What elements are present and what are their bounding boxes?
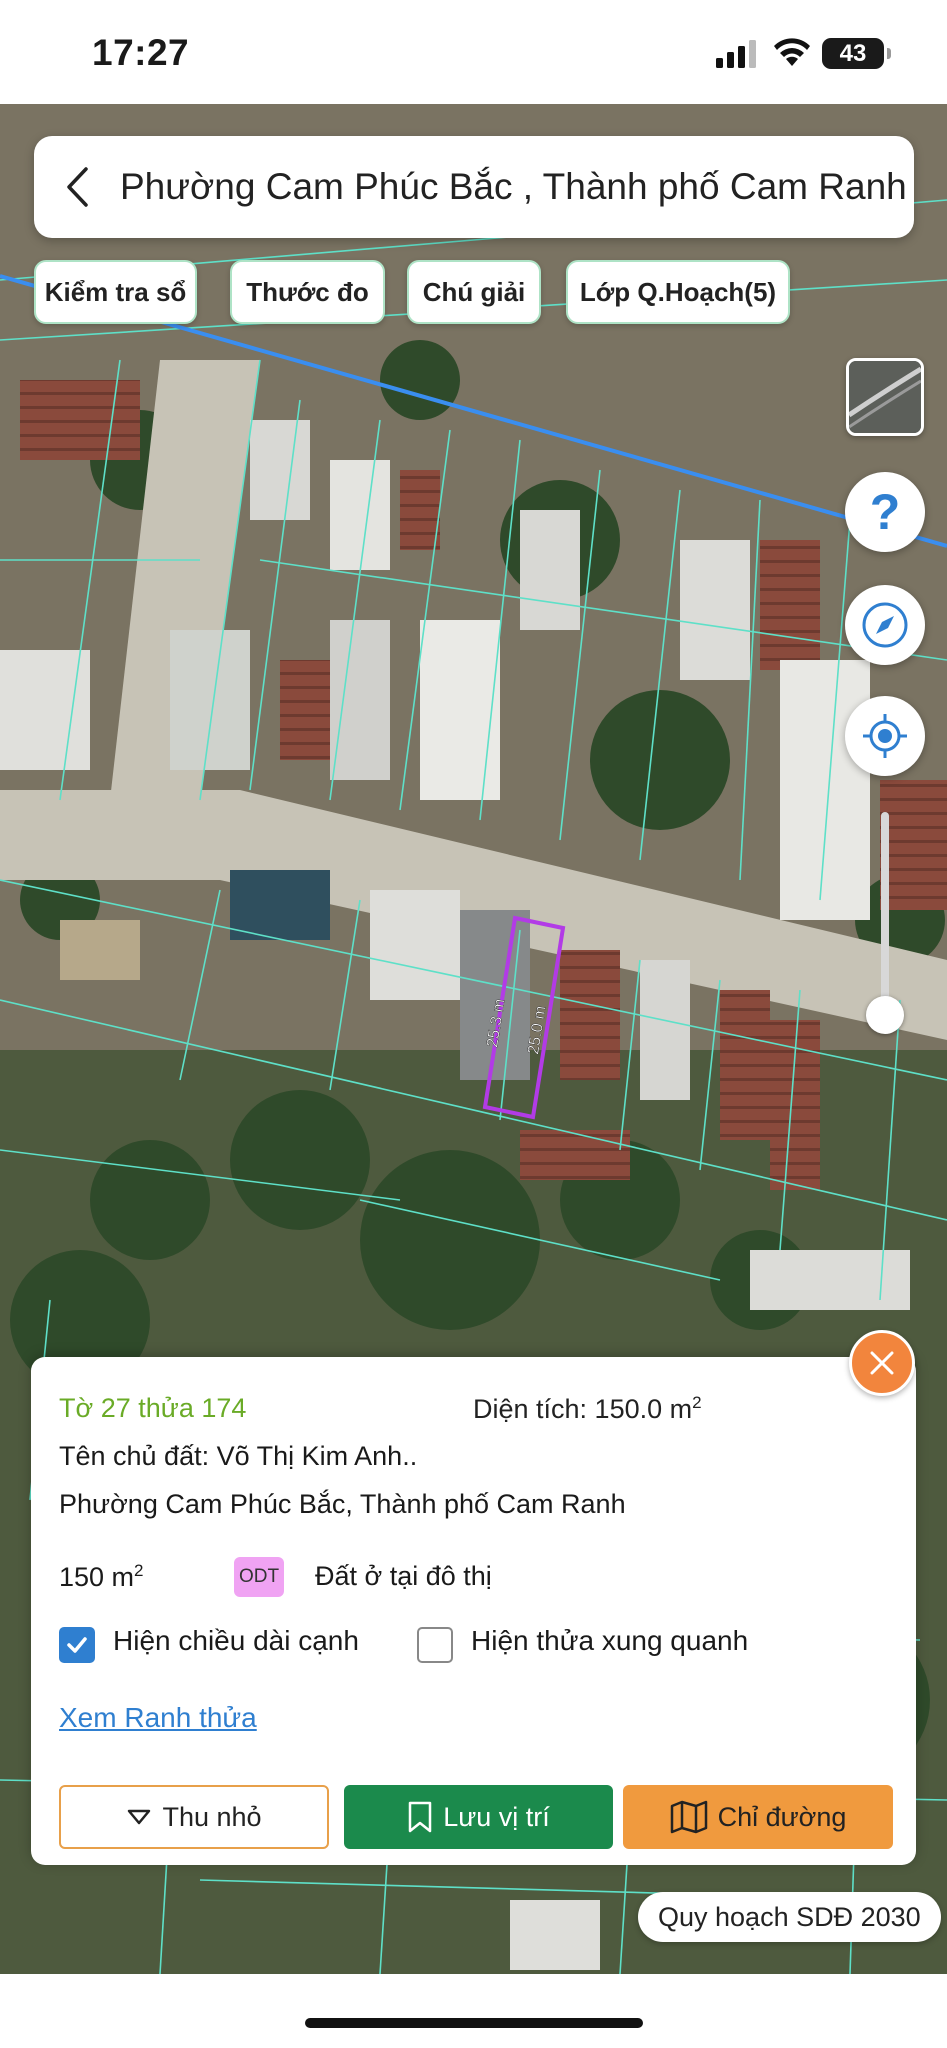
home-indicator[interactable] <box>305 2018 643 2028</box>
satellite-layer-icon <box>849 361 921 433</box>
zoom-slider-handle[interactable] <box>866 996 904 1034</box>
back-icon[interactable] <box>34 136 120 238</box>
show-edge-lengths-label[interactable]: Hiện chiều dài cạnh <box>113 1625 359 1657</box>
map-icon <box>670 1800 707 1834</box>
chevron-down-icon <box>128 1809 151 1825</box>
directions-button[interactable]: Chỉ đường <box>623 1785 893 1849</box>
map-layer-toggle[interactable] <box>846 358 924 436</box>
status-time: 17:27 <box>92 32 190 73</box>
battery-icon: 43 <box>822 38 891 69</box>
home-area <box>0 1974 947 2048</box>
status-bar: 17:27 43 <box>0 0 947 104</box>
close-icon <box>870 1351 894 1375</box>
show-neighbors-checkbox[interactable] <box>417 1627 453 1663</box>
locate-button[interactable] <box>845 696 925 776</box>
land-code-badge: ODT <box>234 1557 284 1597</box>
measure-button[interactable]: Thước đo <box>230 260 385 324</box>
planning-year-label[interactable]: Quy hoạch SDĐ 2030 <box>638 1892 941 1942</box>
parcel-id: Tờ 27 thửa 174 <box>59 1393 247 1423</box>
directions-label: Chỉ đường <box>717 1801 847 1832</box>
location-title: Phường Cam Phúc Bắc , Thành phố Cam Ranh <box>120 166 907 207</box>
shrink-button[interactable]: Thu nhỏ <box>59 1785 329 1849</box>
land-use-type: Đất ở tại đô thị <box>315 1561 492 1591</box>
parcel-area: Diện tích: 150.0 m2 <box>473 1393 702 1424</box>
parcel-info-panel: Tờ 27 thửa 174 Diện tích: 150.0 m2 Tên c… <box>31 1357 916 1865</box>
owner-name: Tên chủ đất: Võ Thị Kim Anh.. <box>59 1441 418 1471</box>
close-panel-button[interactable] <box>849 1330 915 1396</box>
show-neighbors-label[interactable]: Hiện thửa xung quanh <box>471 1625 748 1657</box>
location-header: Phường Cam Phúc Bắc , Thành phố Cam Ranh <box>34 136 914 238</box>
help-button[interactable]: ? <box>845 472 925 552</box>
view-boundary-link[interactable]: Xem Ranh thửa <box>59 1702 257 1734</box>
wifi-icon <box>774 38 810 66</box>
save-location-button[interactable]: Lưu vị trí <box>344 1785 613 1849</box>
show-edge-lengths-checkbox[interactable] <box>59 1627 95 1663</box>
parcel-address: Phường Cam Phúc Bắc, Thành phố Cam Ranh <box>59 1489 626 1519</box>
bookmark-icon <box>408 1801 432 1833</box>
legend-button[interactable]: Chú giải <box>407 260 541 324</box>
area-value: 150 m2 <box>59 1561 144 1592</box>
help-icon: ? <box>869 484 901 540</box>
shrink-label: Thu nhỏ <box>162 1801 262 1832</box>
battery-level: 43 <box>839 39 867 67</box>
check-certificate-button[interactable]: Kiểm tra sổ <box>34 260 197 324</box>
locate-icon <box>863 714 907 758</box>
compass-button[interactable] <box>845 585 925 665</box>
signal-icon <box>716 40 756 68</box>
compass-icon <box>862 602 908 648</box>
planning-layers-button[interactable]: Lớp Q.Hoạch(5) <box>566 260 790 324</box>
checkmark-icon <box>67 1637 87 1653</box>
zoom-slider-track[interactable] <box>881 812 889 1014</box>
save-location-label: Lưu vị trí <box>443 1801 550 1832</box>
